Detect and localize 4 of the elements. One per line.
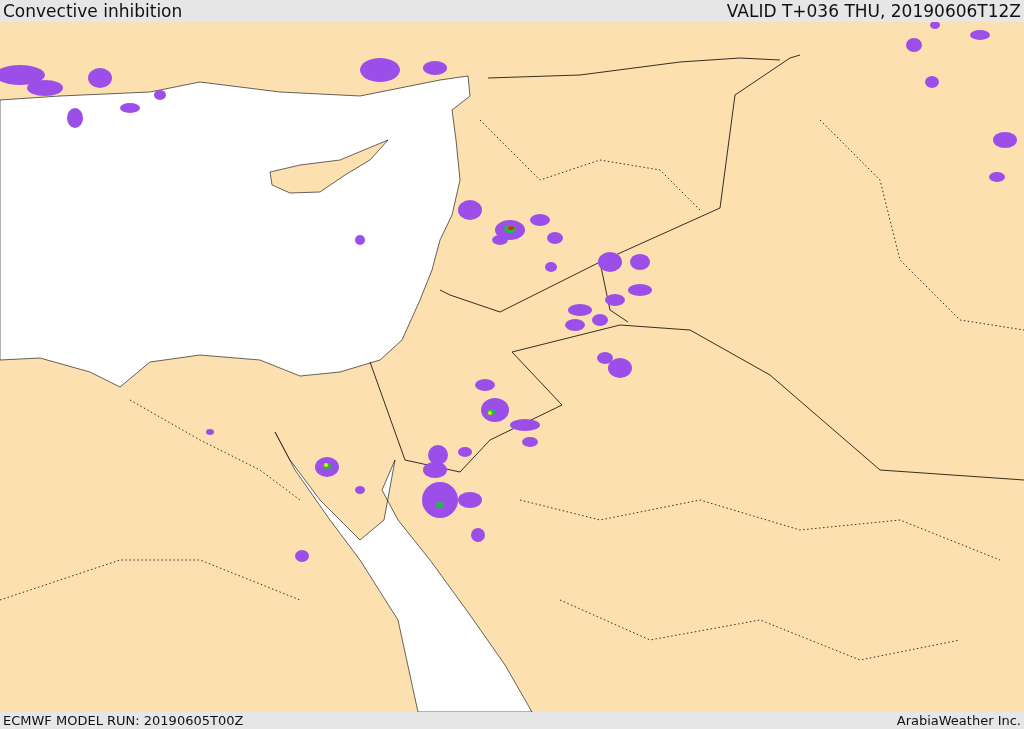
credit-text: ArabiaWeather Inc. <box>896 713 1021 728</box>
map-title: Convective inhibition <box>3 1 183 21</box>
model-run: ECMWF MODEL RUN: 20190605T00Z <box>3 713 244 728</box>
valid-time: VALID T+036 THU, 20190606T12Z <box>726 1 1021 21</box>
